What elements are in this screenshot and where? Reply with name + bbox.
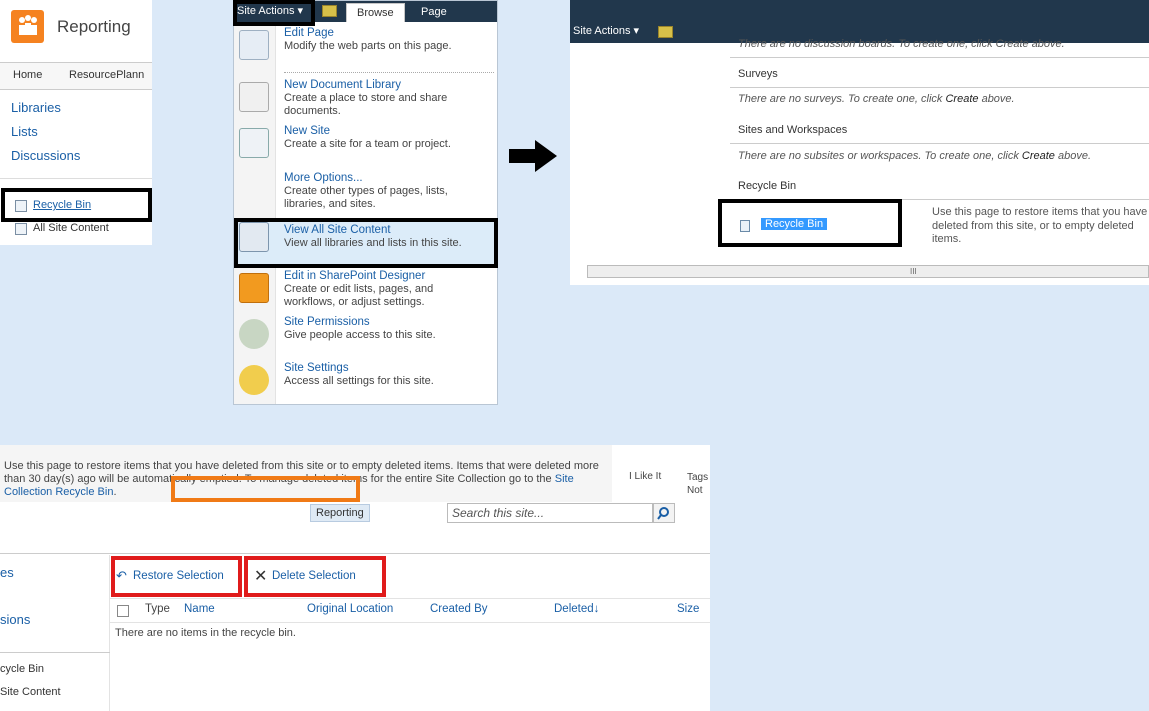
menu-item-title: New Site <box>284 125 331 137</box>
empty-message: There are no items in the recycle bin. <box>115 627 296 639</box>
column-created-by[interactable]: Created By <box>430 603 488 615</box>
highlight-site-actions <box>233 0 315 26</box>
quick-launch-lists[interactable]: Lists <box>11 124 38 139</box>
recycle-bin-description: Use this page to restore items that you … <box>932 206 1148 245</box>
recycle-bin-link[interactable]: cycle Bin <box>0 663 44 675</box>
menu-item-title: More Options... <box>284 172 363 184</box>
menu-item-desc: Give people access to this site. <box>284 329 436 341</box>
quick-launch-link[interactable]: es <box>0 565 14 580</box>
tab-reporting[interactable]: Reporting <box>310 504 370 522</box>
menu-item-title: New Document Library <box>284 79 401 91</box>
site-actions-button[interactable]: Site Actions ▾ <box>573 24 639 37</box>
menu-item-desc: Create a place to store and share docume… <box>284 92 448 117</box>
menu-item-title: Site Permissions <box>284 316 370 328</box>
highlight-recycle-bin <box>1 188 152 222</box>
menu-item-edit-page[interactable]: Edit Page Modify the web parts on this p… <box>234 27 497 72</box>
document-library-icon <box>239 82 269 112</box>
select-all-checkbox[interactable] <box>117 605 129 617</box>
divider <box>730 87 1149 88</box>
menu-item-site-settings[interactable]: Site Settings Access all settings for th… <box>234 362 497 402</box>
highlight-delete-selection <box>244 556 386 597</box>
permissions-icon <box>239 319 269 349</box>
highlight-view-all-site-content <box>234 218 498 268</box>
right-arrow-icon <box>509 140 557 172</box>
i-like-it-button[interactable]: I Like It <box>629 471 661 482</box>
menu-item-sharepoint-designer[interactable]: Edit in SharePoint Designer Create or ed… <box>234 270 497 316</box>
menu-item-desc: Create other types of pages, lists, libr… <box>284 185 448 210</box>
column-original-location[interactable]: Original Location <box>307 603 393 615</box>
sharepoint-designer-icon <box>239 273 269 303</box>
horizontal-scrollbar[interactable] <box>587 265 1149 278</box>
menu-item-new-document-library[interactable]: New Document Library Create a place to s… <box>234 79 497 125</box>
menu-item-title: Edit in SharePoint Designer <box>284 270 426 282</box>
tab-browse[interactable]: Browse <box>346 3 405 22</box>
search-icon[interactable] <box>653 503 675 523</box>
menu-item-desc: Access all settings for this site. <box>284 375 434 387</box>
ribbon-bar: Site Actions ▾ <box>570 0 1149 43</box>
surveys-empty-text: There are no surveys. To create one, cli… <box>738 93 1015 105</box>
highlight-restore-selection <box>111 556 242 597</box>
quick-launch-link[interactable]: sions <box>0 612 30 627</box>
divider <box>730 57 1149 58</box>
navigate-up-folder-icon[interactable] <box>322 5 337 17</box>
column-name[interactable]: Name <box>184 603 215 615</box>
column-type: Type <box>145 603 170 615</box>
surveys-heading: Surveys <box>738 68 778 80</box>
all-site-content-icon <box>15 223 27 235</box>
divider <box>0 652 110 653</box>
site-logo-icon <box>11 10 44 43</box>
column-size[interactable]: Size <box>677 603 699 615</box>
tags-notes-button[interactable]: Tags Not <box>687 471 708 497</box>
more-options-icon <box>239 175 269 205</box>
discussions-empty-text: There are no discussion boards. To creat… <box>738 38 1065 50</box>
menu-item-title: Edit Page <box>284 27 334 39</box>
edit-page-icon <box>239 30 269 60</box>
column-deleted[interactable]: Deleted↓ <box>554 603 599 615</box>
quick-launch-discussions[interactable]: Discussions <box>11 148 80 163</box>
highlight-recycle-bin-link <box>718 199 902 247</box>
top-nav-home[interactable]: Home <box>13 69 42 81</box>
divider <box>730 143 1149 144</box>
sites-heading: Sites and Workspaces <box>738 124 848 136</box>
menu-separator <box>284 72 494 73</box>
sites-empty-text: There are no subsites or workspaces. To … <box>738 150 1092 162</box>
menu-item-title: Site Settings <box>284 362 349 374</box>
menu-item-desc: Modify the web parts on this page. <box>284 40 452 52</box>
menu-item-new-site[interactable]: New Site Create a site for a team or pro… <box>234 125 497 171</box>
menu-item-desc: Create a site for a team or project. <box>284 138 451 150</box>
tab-page[interactable]: Page <box>411 3 457 22</box>
search-input[interactable]: Search this site... <box>447 503 653 523</box>
all-site-content-link[interactable]: Site Content <box>0 686 61 698</box>
create-link[interactable]: Create <box>945 93 978 105</box>
menu-item-site-permissions[interactable]: Site Permissions Give people access to t… <box>234 316 497 362</box>
menu-item-desc: Create or edit lists, pages, and workflo… <box>284 283 434 308</box>
recycle-bin-heading: Recycle Bin <box>738 180 797 192</box>
navigate-up-folder-icon[interactable] <box>658 26 673 38</box>
settings-gear-icon <box>239 365 269 395</box>
site-actions-menu-panel: Site Actions ▾ Browse Page Edit Page Mod… <box>233 0 498 405</box>
highlight-site-collection-recycle-bin <box>171 476 360 502</box>
menu-item-more-options[interactable]: More Options... Create other types of pa… <box>234 172 497 216</box>
create-link[interactable]: Create <box>1022 150 1055 162</box>
divider <box>0 178 152 179</box>
all-site-content-link[interactable]: All Site Content <box>33 222 109 234</box>
top-navigation: Home ResourcePlann <box>0 62 152 90</box>
scrollbar-thumb[interactable]: III <box>910 267 919 276</box>
site-title[interactable]: Reporting <box>57 17 131 37</box>
new-site-icon <box>239 128 269 158</box>
top-nav-resourceplann[interactable]: ResourcePlann <box>69 69 144 81</box>
quick-launch-libraries[interactable]: Libraries <box>11 100 61 115</box>
